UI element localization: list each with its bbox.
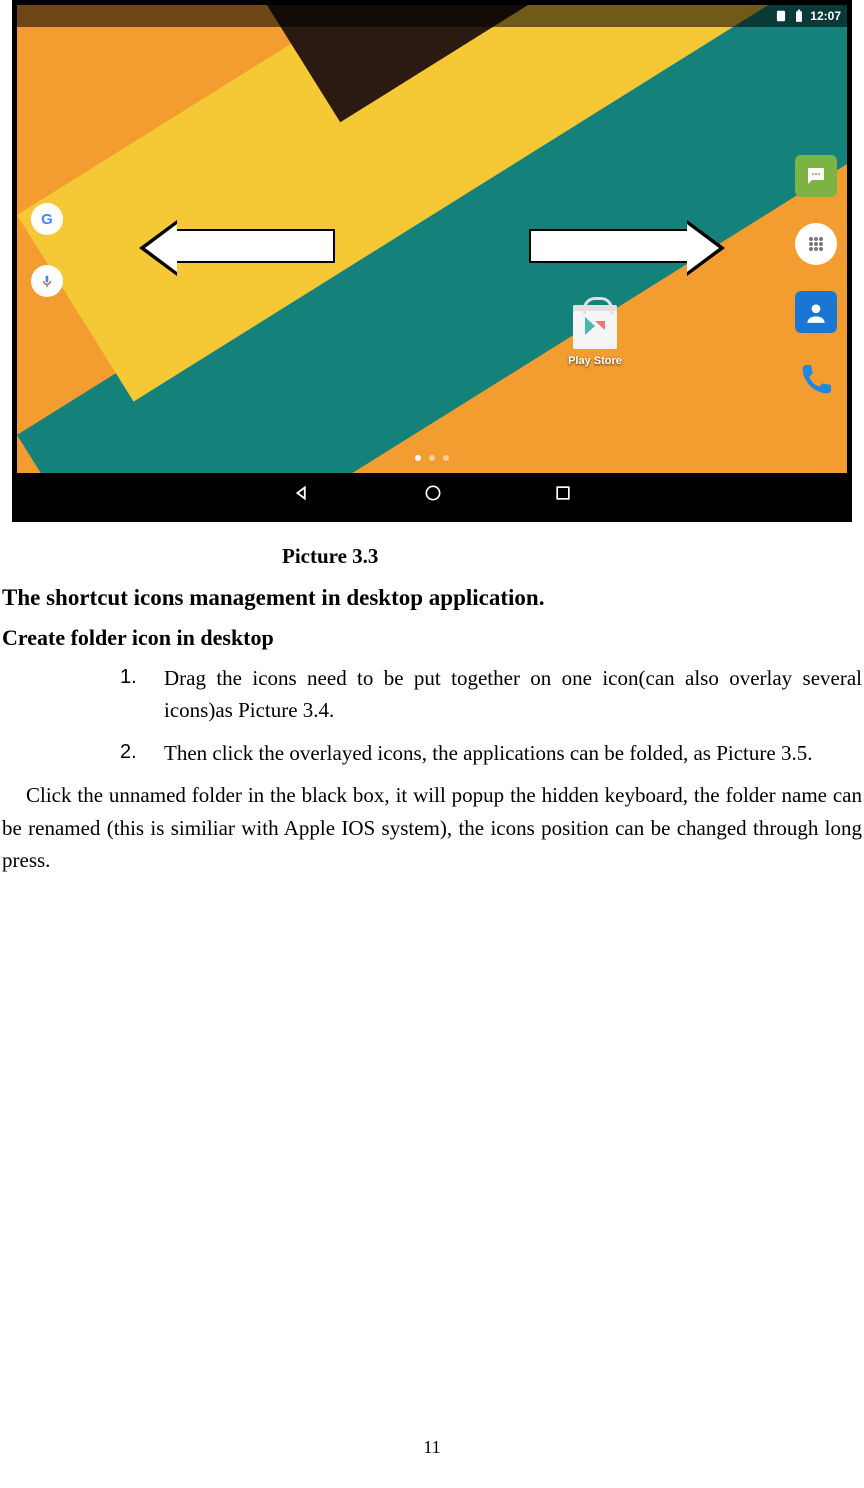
- list-number: 2.: [120, 737, 137, 768]
- left-folder-column: G: [31, 203, 63, 297]
- page-number: 11: [0, 1437, 864, 1458]
- document-body: Picture 3.3 The shortcut icons managemen…: [0, 540, 864, 877]
- right-dock: [795, 155, 837, 401]
- list-text: Drag the icons need to be put together o…: [164, 666, 862, 723]
- google-folder-icon[interactable]: G: [31, 203, 63, 235]
- list-number: 1.: [120, 662, 137, 693]
- voice-search-icon[interactable]: [31, 265, 63, 297]
- messages-icon[interactable]: [795, 155, 837, 197]
- home-icon[interactable]: [423, 483, 443, 508]
- play-store-icon: [573, 305, 617, 349]
- page-indicator: [415, 455, 449, 461]
- sim-icon: [774, 9, 788, 23]
- apps-drawer-icon[interactable]: [795, 223, 837, 265]
- swipe-right-arrow: [529, 229, 689, 263]
- body-paragraph: Click the unnamed folder in the black bo…: [2, 779, 862, 877]
- list-item: 1. Drag the icons need to be put togethe…: [120, 662, 862, 727]
- section-heading: The shortcut icons management in desktop…: [2, 580, 862, 617]
- instruction-list: 1. Drag the icons need to be put togethe…: [2, 662, 862, 770]
- phone-icon[interactable]: [795, 359, 837, 401]
- battery-icon: [792, 9, 806, 23]
- back-icon[interactable]: [291, 482, 313, 509]
- recents-icon[interactable]: [553, 483, 573, 508]
- figure-caption: Picture 3.3: [2, 540, 862, 574]
- list-item: 2. Then click the overlayed icons, the a…: [120, 737, 862, 770]
- play-store-label: Play Store: [565, 355, 625, 368]
- contacts-icon[interactable]: [795, 291, 837, 333]
- status-bar: 12:07: [17, 5, 847, 27]
- status-time: 12:07: [810, 10, 841, 22]
- swipe-left-arrow: [175, 229, 335, 263]
- play-store-app[interactable]: Play Store: [565, 305, 625, 368]
- navigation-bar: [17, 473, 847, 517]
- list-text: Then click the overlayed icons, the appl…: [164, 741, 812, 765]
- android-home-screenshot: 12:07 G Play Store: [12, 0, 852, 522]
- subsection-heading: Create folder icon in desktop: [2, 620, 862, 655]
